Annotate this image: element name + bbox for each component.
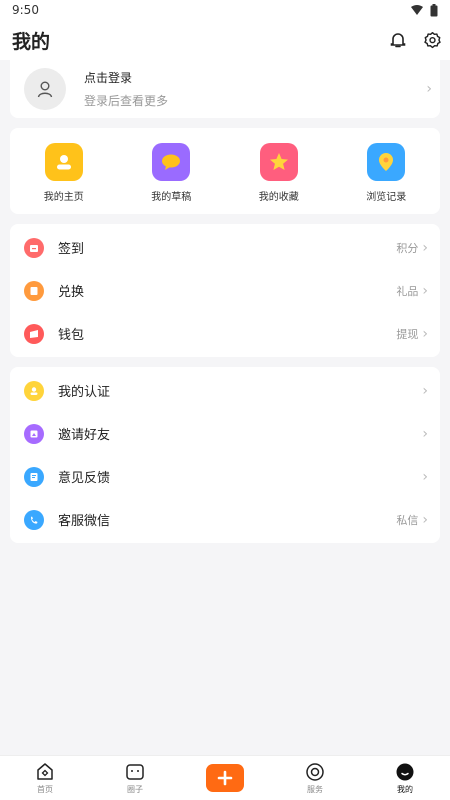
chevron-right-icon: › <box>422 382 428 399</box>
notification-button[interactable] <box>388 30 408 50</box>
tab-service[interactable]: 服务 <box>285 762 345 795</box>
chevron-right-icon: › <box>422 468 428 485</box>
menu-label: 邀请好友 <box>58 428 111 443</box>
invite-icon <box>24 423 44 444</box>
tab-label: 首页 <box>37 784 53 794</box>
menu-item-verification[interactable]: 我的认证 › <box>10 369 440 412</box>
tab-mine[interactable]: 我的 <box>375 762 435 795</box>
tab-bar: 首页 圈子 服务 我的 <box>0 755 450 800</box>
exchange-icon <box>24 280 44 301</box>
status-bar: 9:50 <box>0 0 450 20</box>
menu-extra: 私信 <box>396 513 419 527</box>
feedback-icon <box>24 466 44 487</box>
checkin-icon <box>24 237 44 258</box>
battery-icon <box>430 3 438 16</box>
plus-icon <box>217 770 233 786</box>
mine-icon <box>396 763 414 780</box>
create-button[interactable] <box>206 764 244 792</box>
circle-icon <box>126 763 144 780</box>
star-icon <box>259 143 298 181</box>
tab-create[interactable] <box>195 764 255 792</box>
quick-label: 浏览记录 <box>366 192 407 203</box>
chevron-right-icon: › <box>422 425 428 442</box>
tab-label: 服务 <box>307 784 323 794</box>
draft-chat-icon <box>152 143 191 181</box>
tab-home[interactable]: 首页 <box>15 762 75 795</box>
chevron-right-icon: › <box>422 282 428 299</box>
header-actions <box>388 30 442 50</box>
chevron-right-icon: › <box>422 325 428 342</box>
menu-label: 客服微信 <box>58 514 111 529</box>
menu-item-checkin[interactable]: 签到 积分 › <box>10 226 440 269</box>
menu-label: 兑换 <box>58 285 85 300</box>
quick-label: 我的草稿 <box>151 192 192 203</box>
status-time: 9:50 <box>12 3 39 17</box>
login-card[interactable]: 点击登录 登录后查看更多 › <box>10 60 440 118</box>
chevron-right-icon: › <box>422 239 428 256</box>
quick-item-favorites[interactable]: 我的收藏 <box>234 143 324 203</box>
tab-label: 我的 <box>397 784 413 794</box>
quick-item-history[interactable]: 浏览记录 <box>341 143 431 203</box>
wallet-icon <box>24 323 44 344</box>
gear-icon <box>423 31 441 48</box>
menu-extra: 积分 <box>396 241 419 255</box>
menu-extra: 礼品 <box>396 284 419 298</box>
menu-item-wallet[interactable]: 钱包 提现 › <box>10 312 440 355</box>
quick-actions: 我的主页 我的草稿 我的收藏 浏览记录 <box>10 128 440 214</box>
quick-label: 我的主页 <box>43 192 84 203</box>
menu-extra: 提现 <box>396 327 419 341</box>
login-subtitle: 登录后查看更多 <box>84 94 169 108</box>
header: 我的 <box>0 20 450 60</box>
menu-label: 签到 <box>58 242 85 257</box>
menu-item-customer-service[interactable]: 客服微信 私信 › <box>10 498 440 541</box>
tab-label: 圈子 <box>127 784 143 794</box>
login-title[interactable]: 点击登录 <box>84 69 426 86</box>
settings-button[interactable] <box>422 30 442 50</box>
quick-item-homepage[interactable]: 我的主页 <box>19 143 109 203</box>
menu-label: 意见反馈 <box>58 471 111 486</box>
quick-item-drafts[interactable]: 我的草稿 <box>126 143 216 203</box>
menu-label: 我的认证 <box>58 385 111 400</box>
menu-item-feedback[interactable]: 意见反馈 › <box>10 455 440 498</box>
menu-item-invite[interactable]: 邀请好友 › <box>10 412 440 455</box>
menu-label: 钱包 <box>58 328 85 343</box>
user-icon <box>37 81 53 98</box>
chevron-right-icon: › <box>422 511 428 528</box>
service-icon <box>306 762 324 781</box>
home-icon <box>37 762 53 780</box>
page-title: 我的 <box>9 27 50 55</box>
bell-icon <box>390 33 406 48</box>
login-text: 点击登录 登录后查看更多 <box>84 69 426 109</box>
verify-icon <box>24 380 44 401</box>
location-pin-icon <box>367 143 406 181</box>
menu-group-account: 我的认证 › 邀请好友 › 意见反馈 › 客服微信 私信 › <box>10 367 440 543</box>
status-icons <box>410 3 438 17</box>
customer-service-icon <box>24 509 44 530</box>
menu-item-exchange[interactable]: 兑换 礼品 › <box>10 269 440 312</box>
wifi-icon <box>411 5 423 15</box>
menu-group-rewards: 签到 积分 › 兑换 礼品 › 钱包 提现 › <box>10 224 440 357</box>
avatar[interactable] <box>24 68 66 110</box>
quick-label: 我的收藏 <box>258 192 299 203</box>
home-person-icon <box>44 143 83 181</box>
tab-circle[interactable]: 圈子 <box>105 762 165 795</box>
chevron-right-icon: › <box>426 81 432 97</box>
